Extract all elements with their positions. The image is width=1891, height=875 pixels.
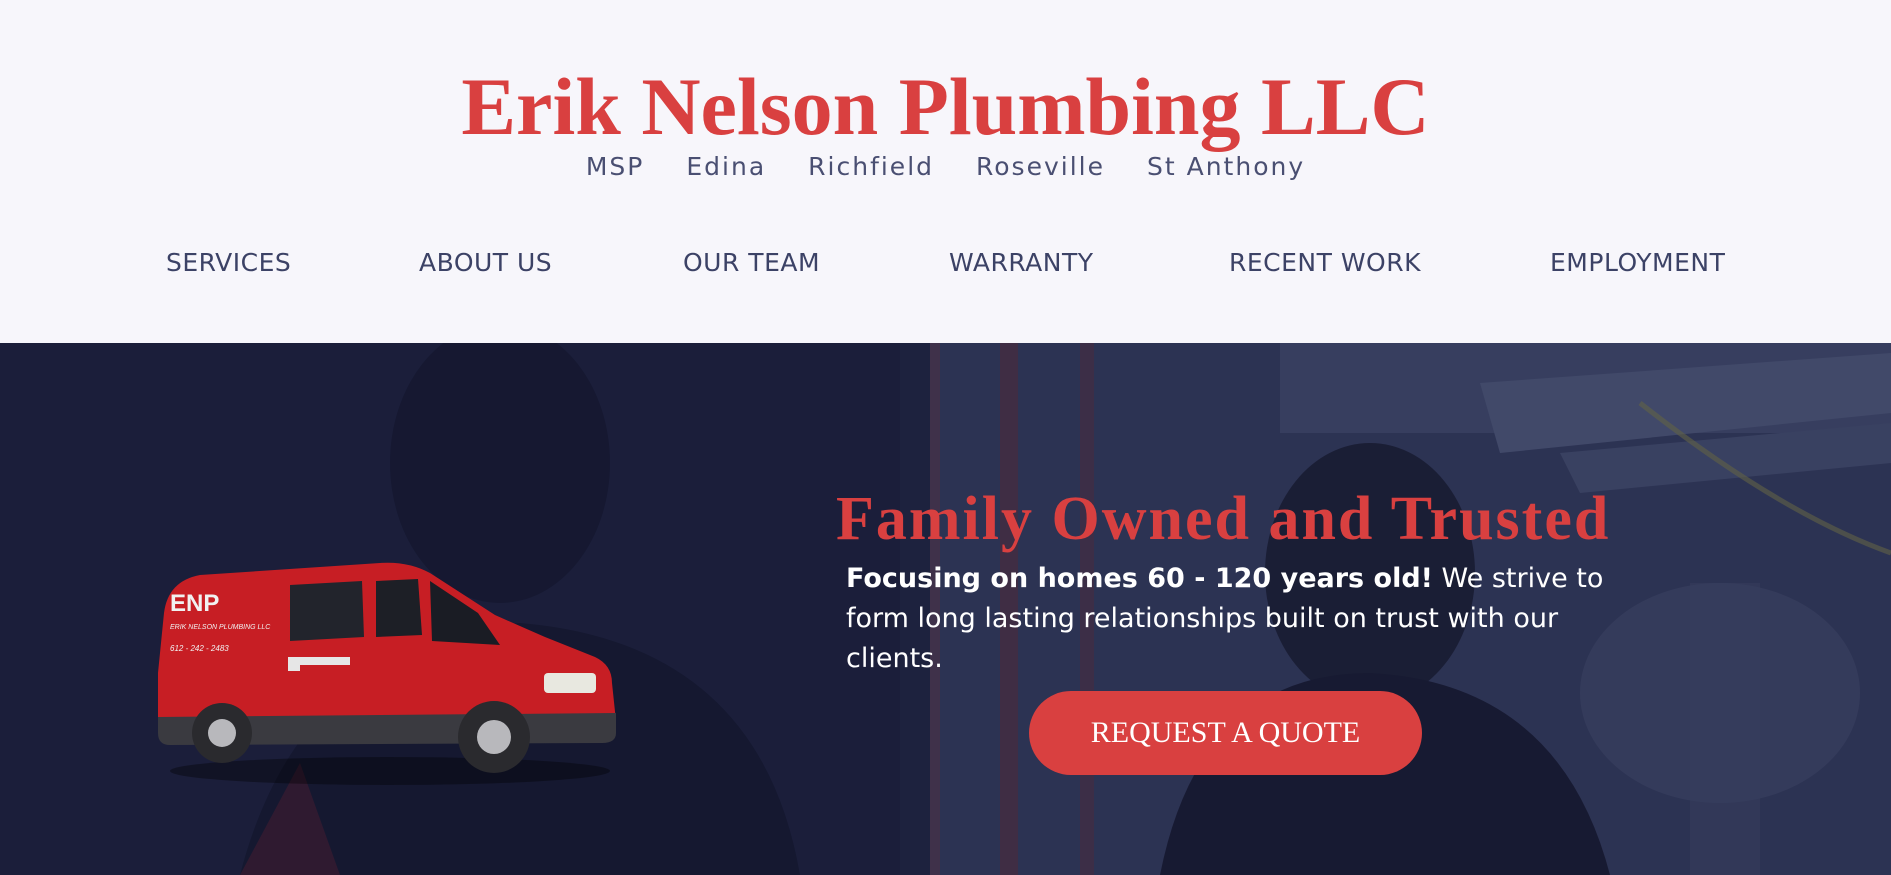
nav-about-us[interactable]: ABOUT US [419, 248, 552, 277]
van-phone-text: 612 - 242 - 2483 [170, 644, 229, 653]
nav-warranty[interactable]: WARRANTY [949, 248, 1094, 277]
nav-recent-work[interactable]: RECENT WORK [1229, 248, 1421, 277]
request-quote-button[interactable]: REQUEST A QUOTE [1029, 691, 1422, 775]
van-company-text: ERIK NELSON PLUMBING LLC [170, 624, 271, 631]
location-msp: MSP [585, 152, 645, 181]
service-locations: MSP Edina Richfield Roseville St Anthony [0, 152, 1891, 181]
site-header: Erik Nelson Plumbing LLC MSP Edina Richf… [0, 0, 1891, 343]
location-edina: Edina [686, 152, 767, 181]
location-st-anthony: St Anthony [1146, 152, 1306, 181]
hero-title: Family Owned and Trusted [836, 485, 1611, 553]
main-nav: SERVICES ABOUT US OUR TEAM WARRANTY RECE… [0, 248, 1891, 284]
nav-our-team[interactable]: OUR TEAM [683, 248, 820, 277]
location-richfield: Richfield [808, 152, 935, 181]
van-logo-text: ENP [170, 590, 219, 617]
nav-services[interactable]: SERVICES [166, 248, 291, 277]
site-title[interactable]: Erik Nelson Plumbing LLC [0, 62, 1891, 152]
nav-employment[interactable]: EMPLOYMENT [1550, 248, 1725, 277]
hero-description: Focusing on homes 60 - 120 years old! We… [846, 559, 1626, 679]
hero-description-bold: Focusing on homes 60 - 120 years old! [846, 563, 1433, 594]
location-roseville: Roseville [976, 152, 1105, 181]
company-van-image: ENP ERIK NELSON PLUMBING LLC 612 - 242 -… [158, 562, 616, 785]
hero-section: ENP ERIK NELSON PLUMBING LLC 612 - 242 -… [0, 343, 1891, 875]
